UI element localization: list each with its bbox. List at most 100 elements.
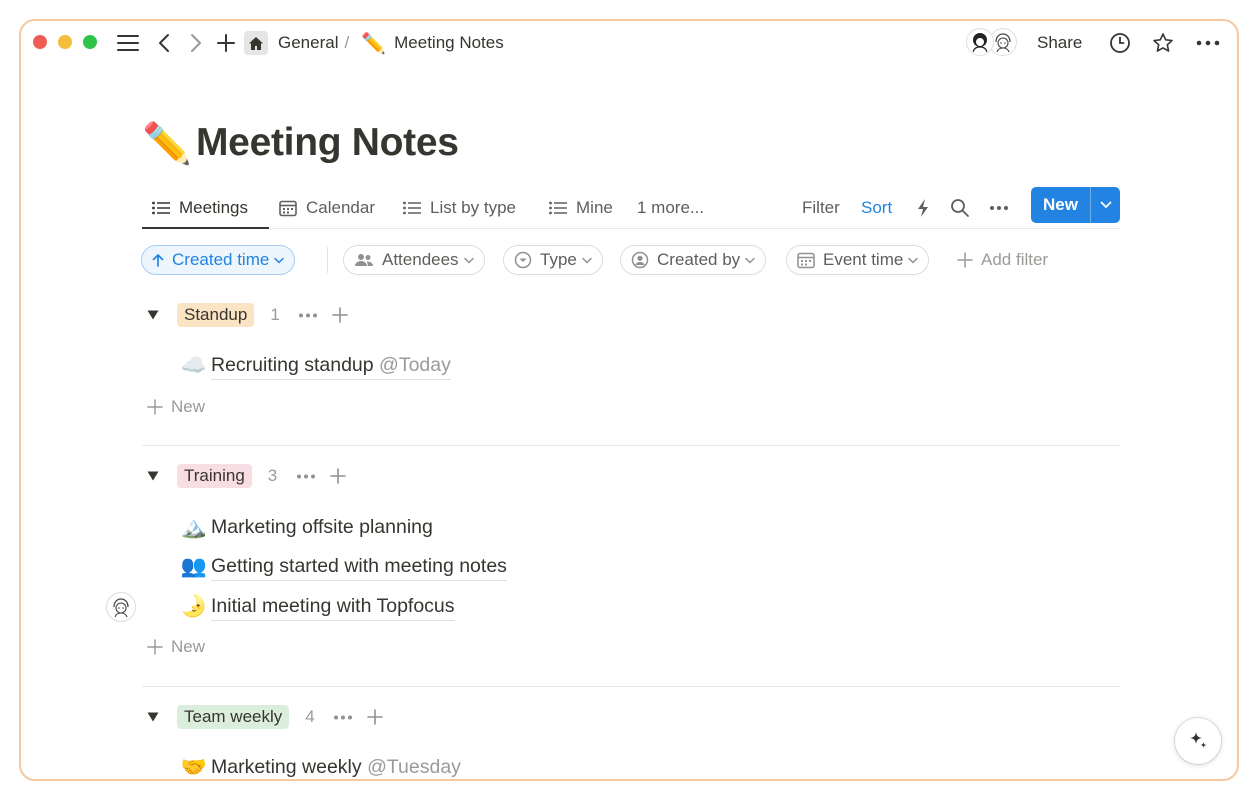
- chip-label: Created time: [172, 250, 270, 269]
- group-add-icon[interactable]: [324, 468, 352, 484]
- search-icon[interactable]: [950, 193, 970, 223]
- favorite-star-icon[interactable]: [1151, 31, 1175, 55]
- breadcrumb-page[interactable]: Meeting Notes: [394, 33, 504, 53]
- back-arrow-icon[interactable]: [154, 31, 174, 55]
- chevron-down-icon[interactable]: [1091, 201, 1120, 209]
- minimize-window-button[interactable]: [58, 35, 72, 49]
- new-item-button[interactable]: New: [1031, 187, 1120, 223]
- plus-icon: [147, 399, 171, 415]
- sparkle-icon: [1190, 732, 1207, 748]
- list-item[interactable]: 🌛 Initial meeting with Topfocus: [177, 592, 455, 622]
- date-mention[interactable]: @Today: [379, 354, 451, 376]
- date-mention[interactable]: @Tuesday: [367, 756, 461, 778]
- chevron-down-icon: [463, 257, 474, 264]
- home-icon[interactable]: [244, 31, 268, 55]
- chevron-down-icon: [274, 257, 285, 264]
- item-emoji: 🏔️: [180, 516, 208, 539]
- chip-label: Attendees: [382, 250, 459, 269]
- more-views-button[interactable]: 1 more...: [637, 193, 704, 223]
- app-window: General / ✏️ Meeting Notes Share ✏️ Meet…: [19, 19, 1239, 781]
- group-header-standup: Standup 1: [147, 301, 354, 329]
- tab-mine[interactable]: Mine: [549, 193, 613, 223]
- forward-arrow-icon[interactable]: [186, 31, 206, 55]
- collapse-triangle-icon[interactable]: [147, 471, 177, 481]
- view-tabs: Meetings Calendar List by type Mine 1 mo…: [142, 187, 1120, 229]
- tab-meetings[interactable]: Meetings: [152, 193, 248, 223]
- collapse-triangle-icon[interactable]: [147, 310, 177, 320]
- view-options-icon[interactable]: [989, 193, 1009, 223]
- list-item[interactable]: ☁️ Recruiting standup @Today: [177, 351, 451, 381]
- item-title[interactable]: Initial meeting with Topfocus: [211, 594, 455, 621]
- new-button-label: New: [1043, 195, 1078, 214]
- tab-label: Mine: [576, 198, 613, 217]
- editor-avatar[interactable]: [107, 593, 135, 621]
- list-icon: [549, 201, 567, 215]
- item-title[interactable]: Getting started with meeting notes: [211, 554, 507, 581]
- list-icon: [152, 201, 170, 215]
- chevron-down-icon: [582, 257, 592, 264]
- plus-icon: [147, 639, 171, 655]
- add-filter-button[interactable]: Add filter: [946, 245, 1059, 275]
- group-tag[interactable]: Training: [177, 464, 252, 488]
- item-emoji: ☁️: [180, 354, 208, 377]
- chevron-down-icon: [908, 257, 919, 264]
- collaborator-avatar[interactable]: [967, 29, 993, 55]
- group-tag[interactable]: Standup: [177, 303, 255, 327]
- automation-lightning-icon[interactable]: [916, 193, 930, 223]
- page-header: ✏️ Meeting Notes: [142, 115, 459, 171]
- chevron-down-icon: [745, 257, 755, 264]
- list-item[interactable]: 🤝 Marketing weekly @Tuesday: [177, 753, 461, 780]
- sidebar-menu-icon[interactable]: [116, 31, 140, 55]
- share-button[interactable]: Share: [1037, 31, 1082, 55]
- sort-chip-created-time[interactable]: Created time: [141, 245, 296, 275]
- plus-icon: [957, 252, 973, 268]
- item-title[interactable]: Marketing offsite planning: [211, 515, 433, 542]
- add-new-row-button[interactable]: New: [147, 395, 205, 419]
- chip-label: Event time: [823, 250, 904, 269]
- filter-button[interactable]: Filter: [802, 193, 840, 223]
- filter-chip-attendees[interactable]: Attendees: [343, 245, 485, 275]
- tab-label: Calendar: [306, 198, 375, 217]
- breadcrumb-workspace[interactable]: General: [278, 33, 338, 53]
- list-item[interactable]: 👥 Getting started with meeting notes: [177, 552, 507, 582]
- add-new-label: New: [171, 397, 206, 416]
- filter-chip-type[interactable]: Type: [503, 245, 603, 275]
- group-add-icon[interactable]: [361, 709, 389, 725]
- filter-chip-event-time[interactable]: Event time: [786, 245, 930, 275]
- breadcrumb: General / ✏️ Meeting Notes: [244, 31, 504, 55]
- calendar-icon: [279, 200, 297, 217]
- group-more-icon[interactable]: [294, 313, 322, 318]
- group-add-icon[interactable]: [326, 307, 354, 323]
- list-item[interactable]: 🏔️ Marketing offsite planning: [177, 513, 433, 543]
- new-page-plus-icon[interactable]: [216, 31, 236, 55]
- group-header-team-weekly: Team weekly 4: [147, 703, 389, 731]
- tab-list-by-type[interactable]: List by type: [403, 193, 516, 223]
- tab-calendar[interactable]: Calendar: [279, 193, 375, 223]
- history-clock-icon[interactable]: [1108, 31, 1132, 55]
- group-count: 1: [270, 305, 280, 324]
- group-header-training: Training 3: [147, 462, 352, 490]
- sort-button[interactable]: Sort: [861, 193, 892, 223]
- ai-assistant-sparkle-button[interactable]: [1175, 718, 1221, 764]
- top-bar: General / ✏️ Meeting Notes Share: [21, 21, 1237, 65]
- collapse-triangle-icon[interactable]: [147, 712, 177, 722]
- item-emoji: 🤝: [180, 756, 208, 779]
- breadcrumb-separator: /: [344, 33, 350, 52]
- group-tag[interactable]: Team weekly: [177, 705, 290, 729]
- select-icon: [514, 251, 532, 269]
- item-title[interactable]: Marketing weekly @Tuesday: [211, 755, 461, 780]
- zoom-window-button[interactable]: [83, 35, 97, 49]
- group-more-icon[interactable]: [292, 474, 320, 479]
- group-more-icon[interactable]: [329, 715, 357, 720]
- arrow-up-icon: [152, 253, 164, 267]
- page-title[interactable]: Meeting Notes: [196, 121, 459, 165]
- collaborator-avatar[interactable]: [990, 29, 1016, 55]
- item-title[interactable]: Recruiting standup @Today: [211, 353, 451, 380]
- add-new-row-button[interactable]: New: [147, 635, 205, 659]
- page-emoji-icon[interactable]: ✏️: [142, 120, 196, 167]
- more-options-icon[interactable]: [1195, 31, 1221, 55]
- filter-chip-created-by[interactable]: Created by: [620, 245, 767, 275]
- close-window-button[interactable]: [33, 35, 47, 49]
- breadcrumb-page-emoji: ✏️: [361, 32, 387, 55]
- tab-label: List by type: [430, 198, 516, 217]
